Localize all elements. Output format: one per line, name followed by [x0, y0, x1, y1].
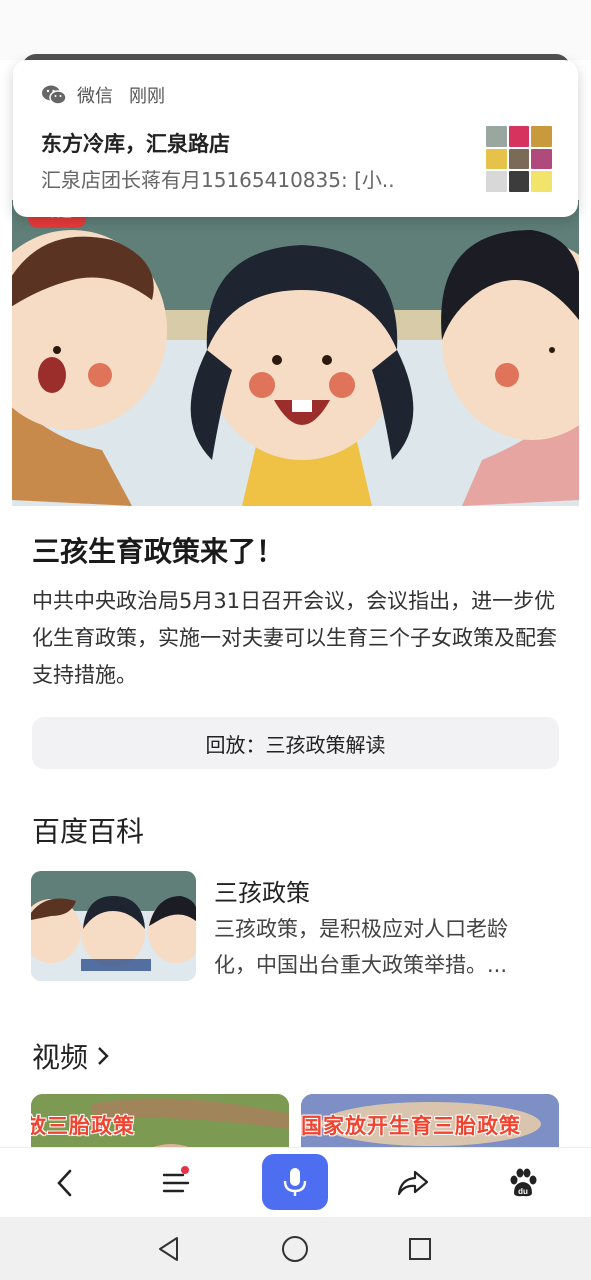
baike-entry-description: 三孩政策，是积极应对人口老龄化，中国出台重大政策举措。... [214, 917, 508, 977]
chevron-right-icon [98, 1047, 109, 1065]
bottom-toolbar: du [0, 1147, 591, 1217]
article-description: 中共中央政治局5月31日召开会议，会议指出，进一步优化生育政策，实施一对夫妻可以… [32, 589, 557, 687]
baike-entry-title[interactable]: 三孩政策 [214, 873, 310, 908]
baidu-paw-icon: du [510, 1168, 537, 1197]
group-avatar [486, 126, 552, 192]
notification-dot [181, 1166, 189, 1174]
notification-body: 汇泉店团长蒋有月15165410835: [小.. [41, 168, 395, 192]
notification-title: 东方冷库，汇泉路店 [41, 132, 230, 156]
hero-illustration[interactable]: 专题 [12, 200, 579, 506]
notification-header: 微信 刚刚 [41, 82, 165, 108]
system-nav-bar [0, 1217, 591, 1280]
wechat-icon [41, 84, 67, 106]
share-icon [397, 1170, 429, 1196]
videos-heading[interactable]: 视频 [32, 1036, 112, 1076]
menu-button[interactable] [149, 1156, 203, 1210]
menu-icon [162, 1173, 190, 1193]
nav-recents-button[interactable] [402, 1231, 438, 1267]
share-button[interactable] [386, 1156, 440, 1210]
baike-heading[interactable]: 百度百科 [32, 810, 144, 850]
baike-thumbnail[interactable] [31, 871, 196, 981]
back-button[interactable] [38, 1156, 92, 1210]
three-children-illustration [12, 200, 579, 506]
notification-time: 刚刚 [129, 86, 165, 107]
voice-search-button[interactable] [262, 1154, 328, 1210]
video-caption-2: 国家放开生育三胎政策 [301, 1114, 521, 1138]
wechat-notification[interactable]: 微信 刚刚 东方冷库，汇泉路店 汇泉店团长蒋有月15165410835: [小.… [13, 60, 578, 217]
svg-text:du: du [518, 1187, 528, 1196]
nav-recents-icon [409, 1238, 431, 1260]
notification-app-name: 微信 [77, 86, 113, 107]
nav-home-icon [282, 1236, 308, 1262]
replay-button[interactable]: 回放：三孩政策解读 [32, 717, 559, 769]
back-icon [57, 1169, 72, 1197]
baike-thumbnail-image [31, 871, 196, 981]
nav-back-button[interactable] [151, 1231, 187, 1267]
status-area [0, 0, 591, 60]
nav-home-button[interactable] [277, 1231, 313, 1267]
videos-heading-label: 视频 [32, 1041, 89, 1074]
baidu-home-button[interactable]: du [496, 1156, 550, 1210]
nav-back-icon [159, 1237, 178, 1261]
microphone-icon [283, 1168, 307, 1196]
video-caption-1: 放三胎政策 [31, 1114, 135, 1138]
article-title[interactable]: 三孩生育政策来了！ [32, 530, 284, 570]
